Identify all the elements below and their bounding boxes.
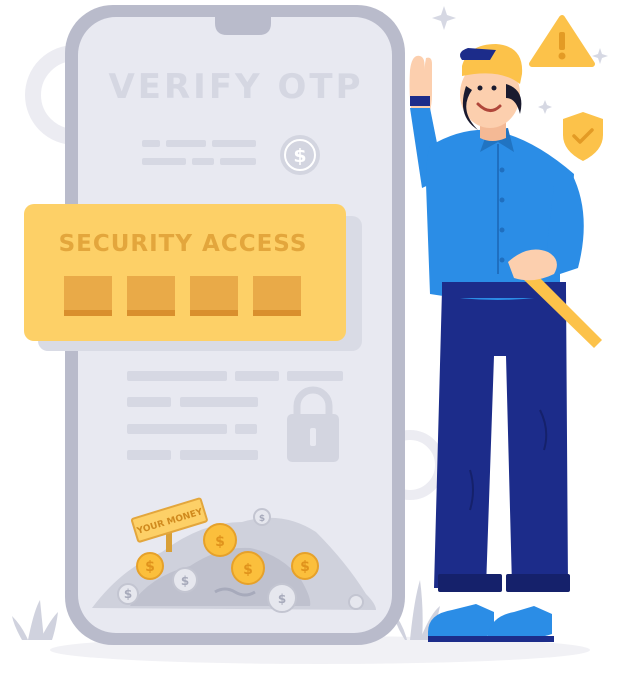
phone-title: VERIFY OTP [108,67,363,107]
illustration: VERIFY OTP $ SECURITY ACCESS $ $ $ $ $ $… [12,5,608,664]
svg-text:$: $ [215,534,225,550]
svg-text:$: $ [259,514,265,524]
shield-check-icon [563,112,603,161]
svg-text:$: $ [243,562,253,578]
svg-text:$: $ [293,145,306,167]
phone-notch [215,17,271,35]
svg-text:$: $ [278,592,286,606]
security-access-heading: SECURITY ACCESS [59,231,308,257]
warning-icon [529,15,595,67]
security-access-panel: SECURITY ACCESS [24,204,362,351]
svg-text:$: $ [124,587,132,601]
svg-text:$: $ [145,559,155,575]
plant-left-icon [12,600,58,640]
svg-text:$: $ [181,574,189,588]
svg-text:$: $ [300,559,310,575]
dollar-coin-icon: $ [280,135,320,175]
